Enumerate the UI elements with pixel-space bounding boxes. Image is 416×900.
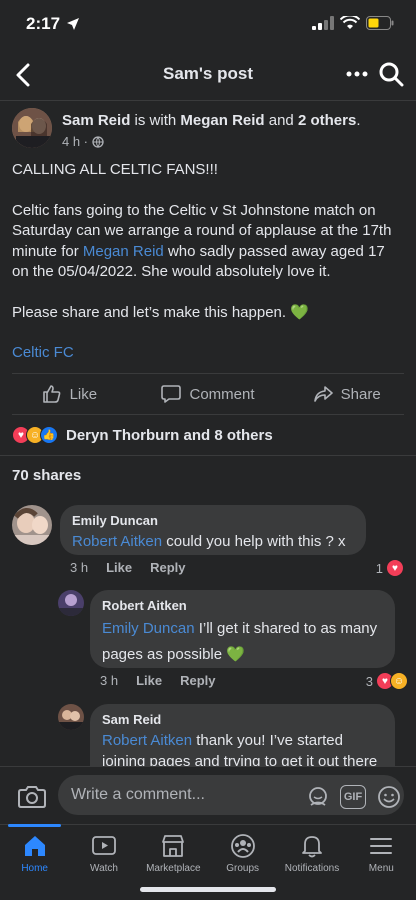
home-indicator (140, 887, 276, 892)
comment-mention[interactable]: Emily Duncan (102, 620, 195, 637)
comment-reply-button[interactable]: Reply (150, 560, 185, 575)
tagged-name[interactable]: Megan Reid (180, 112, 264, 129)
reactions-summary[interactable]: ♥ ☺ 👍 Deryn Thorburn and 8 others (12, 424, 273, 446)
commenter-avatar[interactable] (58, 704, 84, 730)
comment-reply-button[interactable]: Reply (180, 673, 215, 688)
comment-text: Robert Aitken could you help with this ?… (72, 533, 346, 550)
header-divider (0, 100, 416, 101)
gif-button[interactable]: GIF (340, 785, 366, 809)
green-heart-emoji: 💚 (226, 646, 245, 663)
comment-author[interactable]: Sam Reid (102, 712, 383, 727)
avatar-photo (12, 108, 52, 148)
avatar-photo (58, 590, 84, 616)
author-avatar[interactable] (12, 108, 52, 148)
post-paragraph: Celtic fans going to the Celtic v St Joh… (12, 201, 392, 281)
green-heart-emoji: 💚 (290, 303, 309, 321)
comment-author[interactable]: Robert Aitken (102, 598, 383, 613)
groups-icon (230, 834, 255, 858)
share-button[interactable]: Share (277, 374, 416, 414)
like-reaction-icon: 👍 (40, 426, 58, 444)
status-time: 2:17 (26, 14, 61, 33)
commenter-avatar[interactable] (58, 590, 84, 616)
divider (0, 455, 416, 456)
battery-icon (366, 16, 394, 30)
with-text: is with (134, 112, 177, 129)
love-reaction-icon: ♥ (386, 559, 404, 577)
globe-icon (92, 135, 104, 148)
comment-time: 3 h (70, 560, 89, 575)
comment-like-button[interactable]: Like (136, 673, 162, 688)
comment-bubble[interactable]: Emily Duncan Robert Aitken could you hel… (60, 505, 366, 555)
post-body: CALLING ALL CELTIC FANS!!! Celtic fans g… (12, 160, 404, 343)
divider (12, 414, 404, 415)
reactions-text: Deryn Thorburn and 8 others (66, 426, 273, 444)
tab-home[interactable]: Home (0, 824, 69, 900)
comment-time: 3 h (100, 673, 119, 688)
reaction-icons: ♥ ☺ 👍 (12, 426, 58, 444)
bottom-tab-bar: Home Watch Marketplace Groups Notificati… (0, 824, 416, 900)
search-icon[interactable] (378, 61, 404, 87)
comment-mention[interactable]: Robert Aitken (102, 732, 192, 749)
tab-watch[interactable]: Watch (69, 825, 138, 900)
shares-count[interactable]: 70 shares (12, 467, 81, 484)
emoji-icon[interactable] (376, 784, 402, 810)
wifi-icon (340, 16, 360, 29)
thumbs-up-icon (42, 385, 60, 403)
avatar-photo (58, 704, 84, 730)
like-button[interactable]: Like (0, 374, 139, 414)
mention-link[interactable]: Megan Reid (83, 243, 164, 260)
post-line-1: CALLING ALL CELTIC FANS!!! (12, 161, 218, 178)
location-arrow-icon (67, 18, 79, 30)
comment-mention[interactable]: Robert Aitken (72, 533, 162, 550)
commenter-avatar[interactable] (12, 505, 52, 545)
avatar-sticker-icon[interactable] (306, 785, 330, 809)
post-meta: 4 h · (62, 134, 104, 149)
share-arrow-icon (313, 386, 333, 402)
comment-composer: GIF (0, 766, 416, 824)
menu-icon (370, 838, 393, 854)
comment-like-button[interactable]: Like (106, 560, 132, 575)
camera-icon[interactable] (18, 783, 46, 809)
care-reaction-icon: ☺ (390, 672, 408, 690)
status-bar: 2:17 (0, 0, 416, 50)
post-actions: Like Comment Share (0, 374, 416, 414)
post-author-line: Sam Reid is with Megan Reid and 2 others… (62, 112, 361, 129)
author-name[interactable]: Sam Reid (62, 112, 130, 129)
and-text: and (268, 112, 294, 129)
marketplace-icon (162, 835, 185, 857)
post-header: Sam's post (0, 50, 416, 100)
comment-button[interactable]: Comment (139, 374, 278, 414)
tab-menu[interactable]: Menu (347, 825, 416, 900)
post-tag-link[interactable]: Celtic FC (12, 344, 74, 361)
post-author-row: Sam Reid is with Megan Reid and 2 others… (12, 108, 404, 152)
cellular-signal-icon (312, 16, 334, 30)
bell-icon (302, 836, 322, 858)
comment-author[interactable]: Emily Duncan (72, 513, 354, 528)
post-time[interactable]: 4 h · (62, 134, 88, 149)
comment-meta: 3 h Like Reply (70, 560, 186, 575)
comment-reaction-count[interactable]: 1 ♥ (376, 559, 404, 577)
post-line-3: Please share and let’s make this happen.… (12, 303, 309, 321)
tagged-others[interactable]: 2 others (298, 112, 356, 129)
comment-reaction-count[interactable]: 3 ♥ ☺ (366, 672, 408, 690)
avatar-photo (12, 505, 52, 545)
watch-icon (92, 836, 116, 855)
more-options-icon[interactable] (346, 64, 368, 84)
comment-bubble-icon (161, 385, 182, 403)
comment-text: Emily Duncan I’ll get it shared to as ma… (102, 620, 378, 663)
comment-bubble[interactable]: Robert Aitken Emily Duncan I’ll get it s… (90, 590, 395, 668)
tab-notifications[interactable]: Notifications (277, 825, 346, 900)
home-icon (24, 836, 45, 856)
comment-meta: 3 h Like Reply (100, 673, 216, 688)
